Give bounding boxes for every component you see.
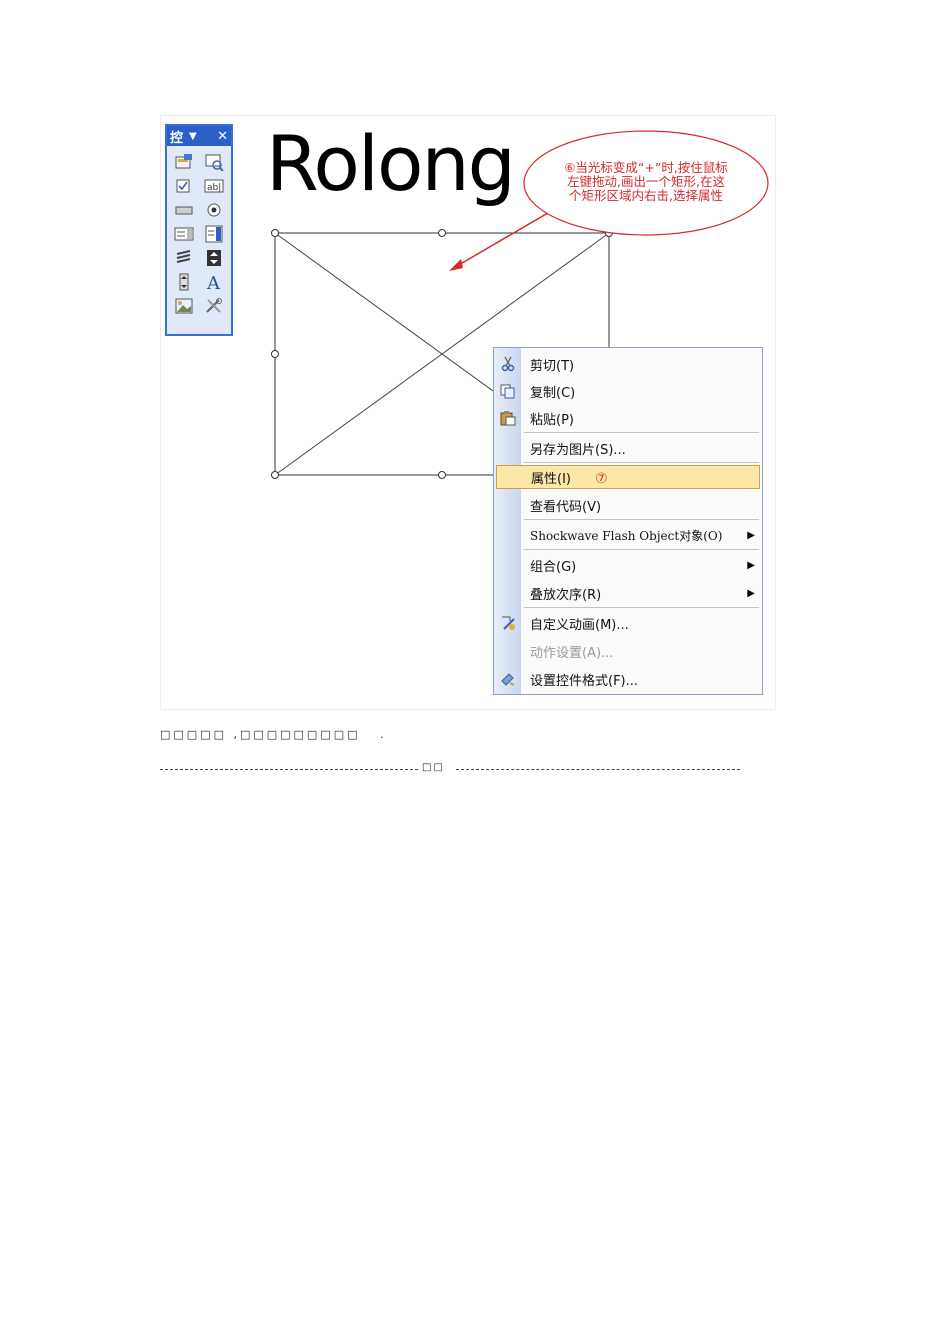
custom-animation-icon (499, 614, 517, 632)
menu-item-save-as-picture[interactable]: 另存为图片(S)... (494, 436, 762, 460)
menu-item-order[interactable]: 叠放次序(R) ▶ (494, 581, 762, 605)
submenu-arrow-icon: ▶ (747, 587, 755, 599)
context-menu: 剪切(T) 复制(C) 粘贴(P) 另存为图片(S)... 属性(I) ⑦ 查看代… (493, 347, 763, 695)
callout-line-3: 个矩形区域内右击,选择属性 (569, 188, 723, 203)
submenu-arrow-icon: ▶ (747, 529, 755, 541)
menu-item-properties[interactable]: 属性(I) ⑦ (496, 465, 760, 489)
figure-caption: □□□□□ ,□□□□□□□□□ (160, 728, 361, 741)
step-marker: ⑦ (594, 470, 608, 487)
menu-item-custom-animation[interactable]: 自定义动画(M)... (494, 611, 762, 635)
menu-separator (524, 549, 759, 550)
menu-item-label: 属性(I) ⑦ (531, 470, 608, 487)
menu-item-label: Shockwave Flash Object对象(O) (530, 528, 723, 543)
menu-item-label: 剪切(T) (530, 358, 575, 374)
divider-label: □□ (422, 762, 445, 773)
menu-item-view-code[interactable]: 查看代码(V) (494, 493, 762, 517)
menu-separator (524, 462, 759, 463)
format-control-icon (499, 670, 517, 688)
menu-item-action-settings: 动作设置(A)... (494, 639, 762, 663)
copy-icon (499, 382, 517, 400)
menu-item-label: 粘贴(P) (530, 412, 574, 428)
menu-item-copy[interactable]: 复制(C) (494, 379, 762, 403)
submenu-arrow-icon: ▶ (747, 559, 755, 571)
menu-item-format-control[interactable]: 设置控件格式(F)... (494, 667, 762, 691)
menu-item-label: 自定义动画(M)... (530, 617, 629, 633)
screenshot-figure: 控 ▼ ✕ ab| A Rolong ⑥当光标变成“+”时,按住鼠标 左键拖动,… (160, 115, 776, 710)
menu-item-cut[interactable]: 剪切(T) (494, 352, 762, 376)
menu-item-label: 设置控件格式(F)... (530, 673, 639, 689)
menu-item-label: 查看代码(V) (530, 499, 602, 515)
menu-separator (524, 432, 759, 433)
menu-separator (524, 607, 759, 608)
menu-item-label: 叠放次序(R) (530, 587, 602, 603)
cut-icon (499, 355, 517, 373)
menu-item-label: 组合(G) (530, 559, 577, 575)
paste-icon (499, 409, 517, 427)
menu-item-label: 另存为图片(S)... (530, 442, 626, 458)
menu-item-paste[interactable]: 粘贴(P) (494, 406, 762, 430)
menu-item-shockwave-object[interactable]: Shockwave Flash Object对象(O) ▶ (494, 523, 762, 547)
callout-line-1: ⑥当光标变成“+”时,按住鼠标 (564, 160, 728, 175)
divider-line-right (456, 769, 740, 770)
menu-item-label: 动作设置(A)... (530, 645, 614, 661)
menu-item-label: 复制(C) (530, 385, 576, 401)
section-divider: □□ (160, 760, 740, 780)
menu-item-group[interactable]: 组合(G) ▶ (494, 553, 762, 577)
callout-line-2: 左键拖动,画出一个矩形,在这 (567, 174, 725, 189)
divider-line-left (160, 769, 418, 770)
callout-bubble: ⑥当光标变成“+”时,按住鼠标 左键拖动,画出一个矩形,在这 个矩形区域内右击,… (523, 130, 769, 236)
figure-caption-end: . (380, 728, 384, 741)
menu-separator (524, 519, 759, 520)
